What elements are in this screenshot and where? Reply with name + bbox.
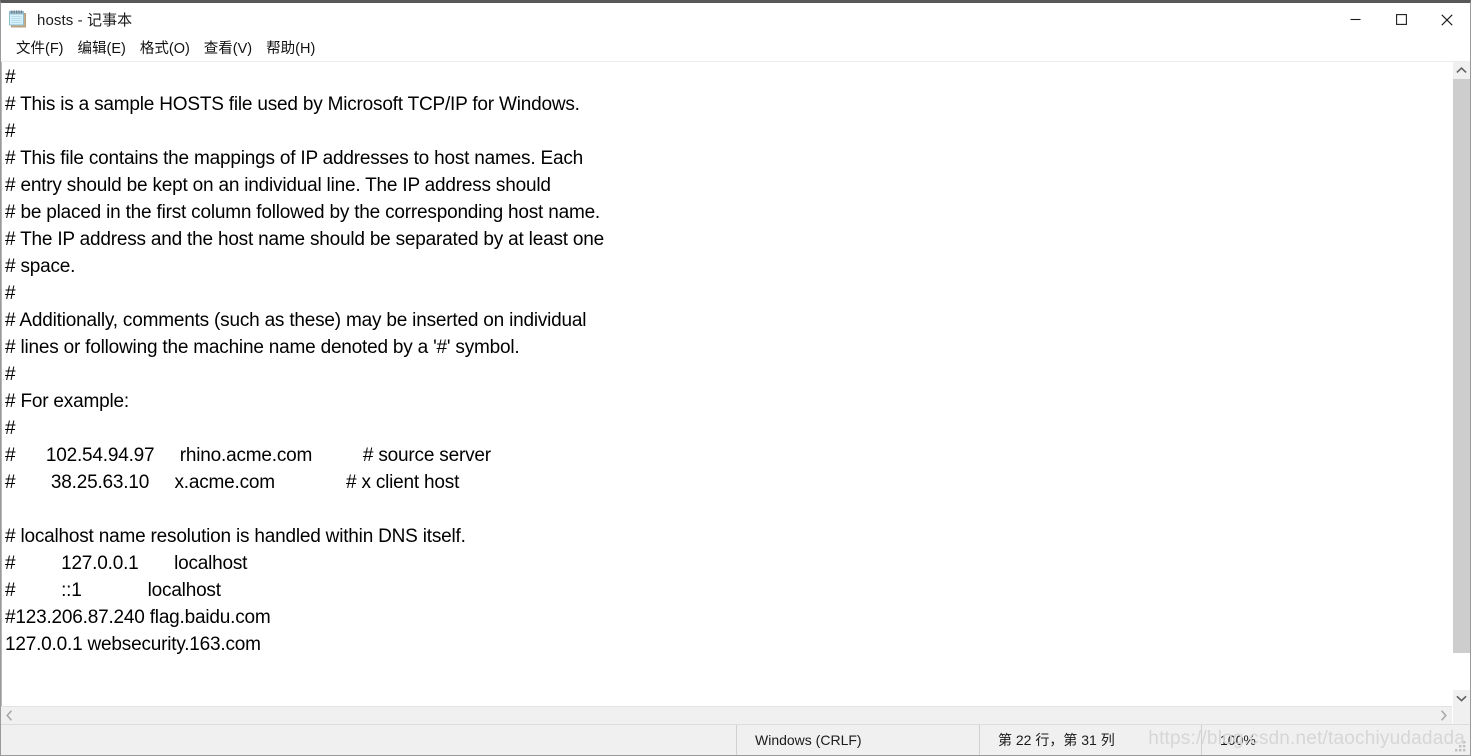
text-line: # <box>5 364 16 385</box>
maximize-button[interactable] <box>1378 3 1424 36</box>
status-bar: Windows (CRLF) 第 22 行，第 31 列 100% <box>1 724 1470 755</box>
window-controls <box>1332 3 1470 36</box>
menu-item-help[interactable]: 帮助(H) <box>259 37 322 61</box>
status-cursor-position: 第 22 行，第 31 列 <box>979 725 1201 755</box>
scroll-down-icon[interactable] <box>1453 690 1470 707</box>
menu-item-file[interactable]: 文件(F) <box>9 37 71 61</box>
title-bar: hosts - 记事本 <box>1 3 1470 36</box>
title-bar-left: hosts - 记事本 <box>1 3 132 36</box>
close-button[interactable] <box>1424 3 1470 36</box>
text-line: # <box>5 121 16 142</box>
horizontal-scroll-track[interactable] <box>18 707 1435 724</box>
menu-item-format[interactable]: 格式(O) <box>133 37 197 61</box>
scrollbar-corner <box>1453 707 1470 724</box>
text-line: # localhost name resolution is handled w… <box>5 526 466 547</box>
menu-bar: 文件(F) 编辑(E) 格式(O) 查看(V) 帮助(H) <box>1 36 1470 62</box>
text-line: # entry should be kept on an individual … <box>5 175 551 196</box>
text-line: # space. <box>5 256 76 277</box>
text-line: # 38.25.63.10 x.acme.com # x client host <box>5 472 460 493</box>
resize-grip-icon[interactable] <box>1455 740 1467 752</box>
menu-item-view[interactable]: 查看(V) <box>197 37 259 61</box>
status-line-ending: Windows (CRLF) <box>736 725 979 755</box>
text-line: # For example: <box>5 391 129 412</box>
text-line: # 127.0.0.1 localhost <box>5 553 248 574</box>
editor-area: # # This is a sample HOSTS file used by … <box>1 62 1470 724</box>
text-line: #123.206.87.240 flag.baidu.com <box>5 607 271 628</box>
text-line: # The IP address and the host name shoul… <box>5 229 605 250</box>
text-region: # # This is a sample HOSTS file used by … <box>1 62 1452 724</box>
horizontal-scrollbar[interactable] <box>1 706 1452 724</box>
scroll-left-icon[interactable] <box>1 707 18 724</box>
vertical-scroll-track[interactable] <box>1453 79 1470 690</box>
text-line: # lines or following the machine name de… <box>5 337 520 358</box>
vertical-scroll-thumb[interactable] <box>1453 79 1470 654</box>
text-line: # be placed in the first column followed… <box>5 202 601 223</box>
status-spacer <box>1 725 736 755</box>
notepad-icon <box>8 9 29 30</box>
scroll-up-icon[interactable] <box>1453 62 1470 79</box>
text-line: # This file contains the mappings of IP … <box>5 148 584 169</box>
notepad-window: hosts - 记事本 文件(F) 编辑(E) 格式(O) 查看(V) 帮助(H… <box>0 0 1471 756</box>
text-line: # <box>5 418 16 439</box>
text-line: # This is a sample HOSTS file used by Mi… <box>5 94 580 115</box>
text-line: # ::1 localhost <box>5 580 221 601</box>
text-line: # Additionally, comments (such as these)… <box>5 310 587 331</box>
vertical-scrollbar[interactable] <box>1452 62 1470 724</box>
text-line: # 102.54.94.97 rhino.acme.com # source s… <box>5 445 491 466</box>
status-zoom-level: 100% <box>1201 725 1470 755</box>
menu-item-edit[interactable]: 编辑(E) <box>71 37 133 61</box>
text-line: # <box>5 67 16 88</box>
text-line: # <box>5 283 16 304</box>
text-line: 127.0.0.1 websecurity.163.com <box>5 634 261 655</box>
text-line <box>2 496 1452 523</box>
window-title: hosts - 记事本 <box>37 12 133 29</box>
text-editor[interactable]: # # This is a sample HOSTS file used by … <box>1 62 1452 706</box>
minimize-button[interactable] <box>1332 3 1378 36</box>
scroll-right-icon[interactable] <box>1435 707 1452 724</box>
